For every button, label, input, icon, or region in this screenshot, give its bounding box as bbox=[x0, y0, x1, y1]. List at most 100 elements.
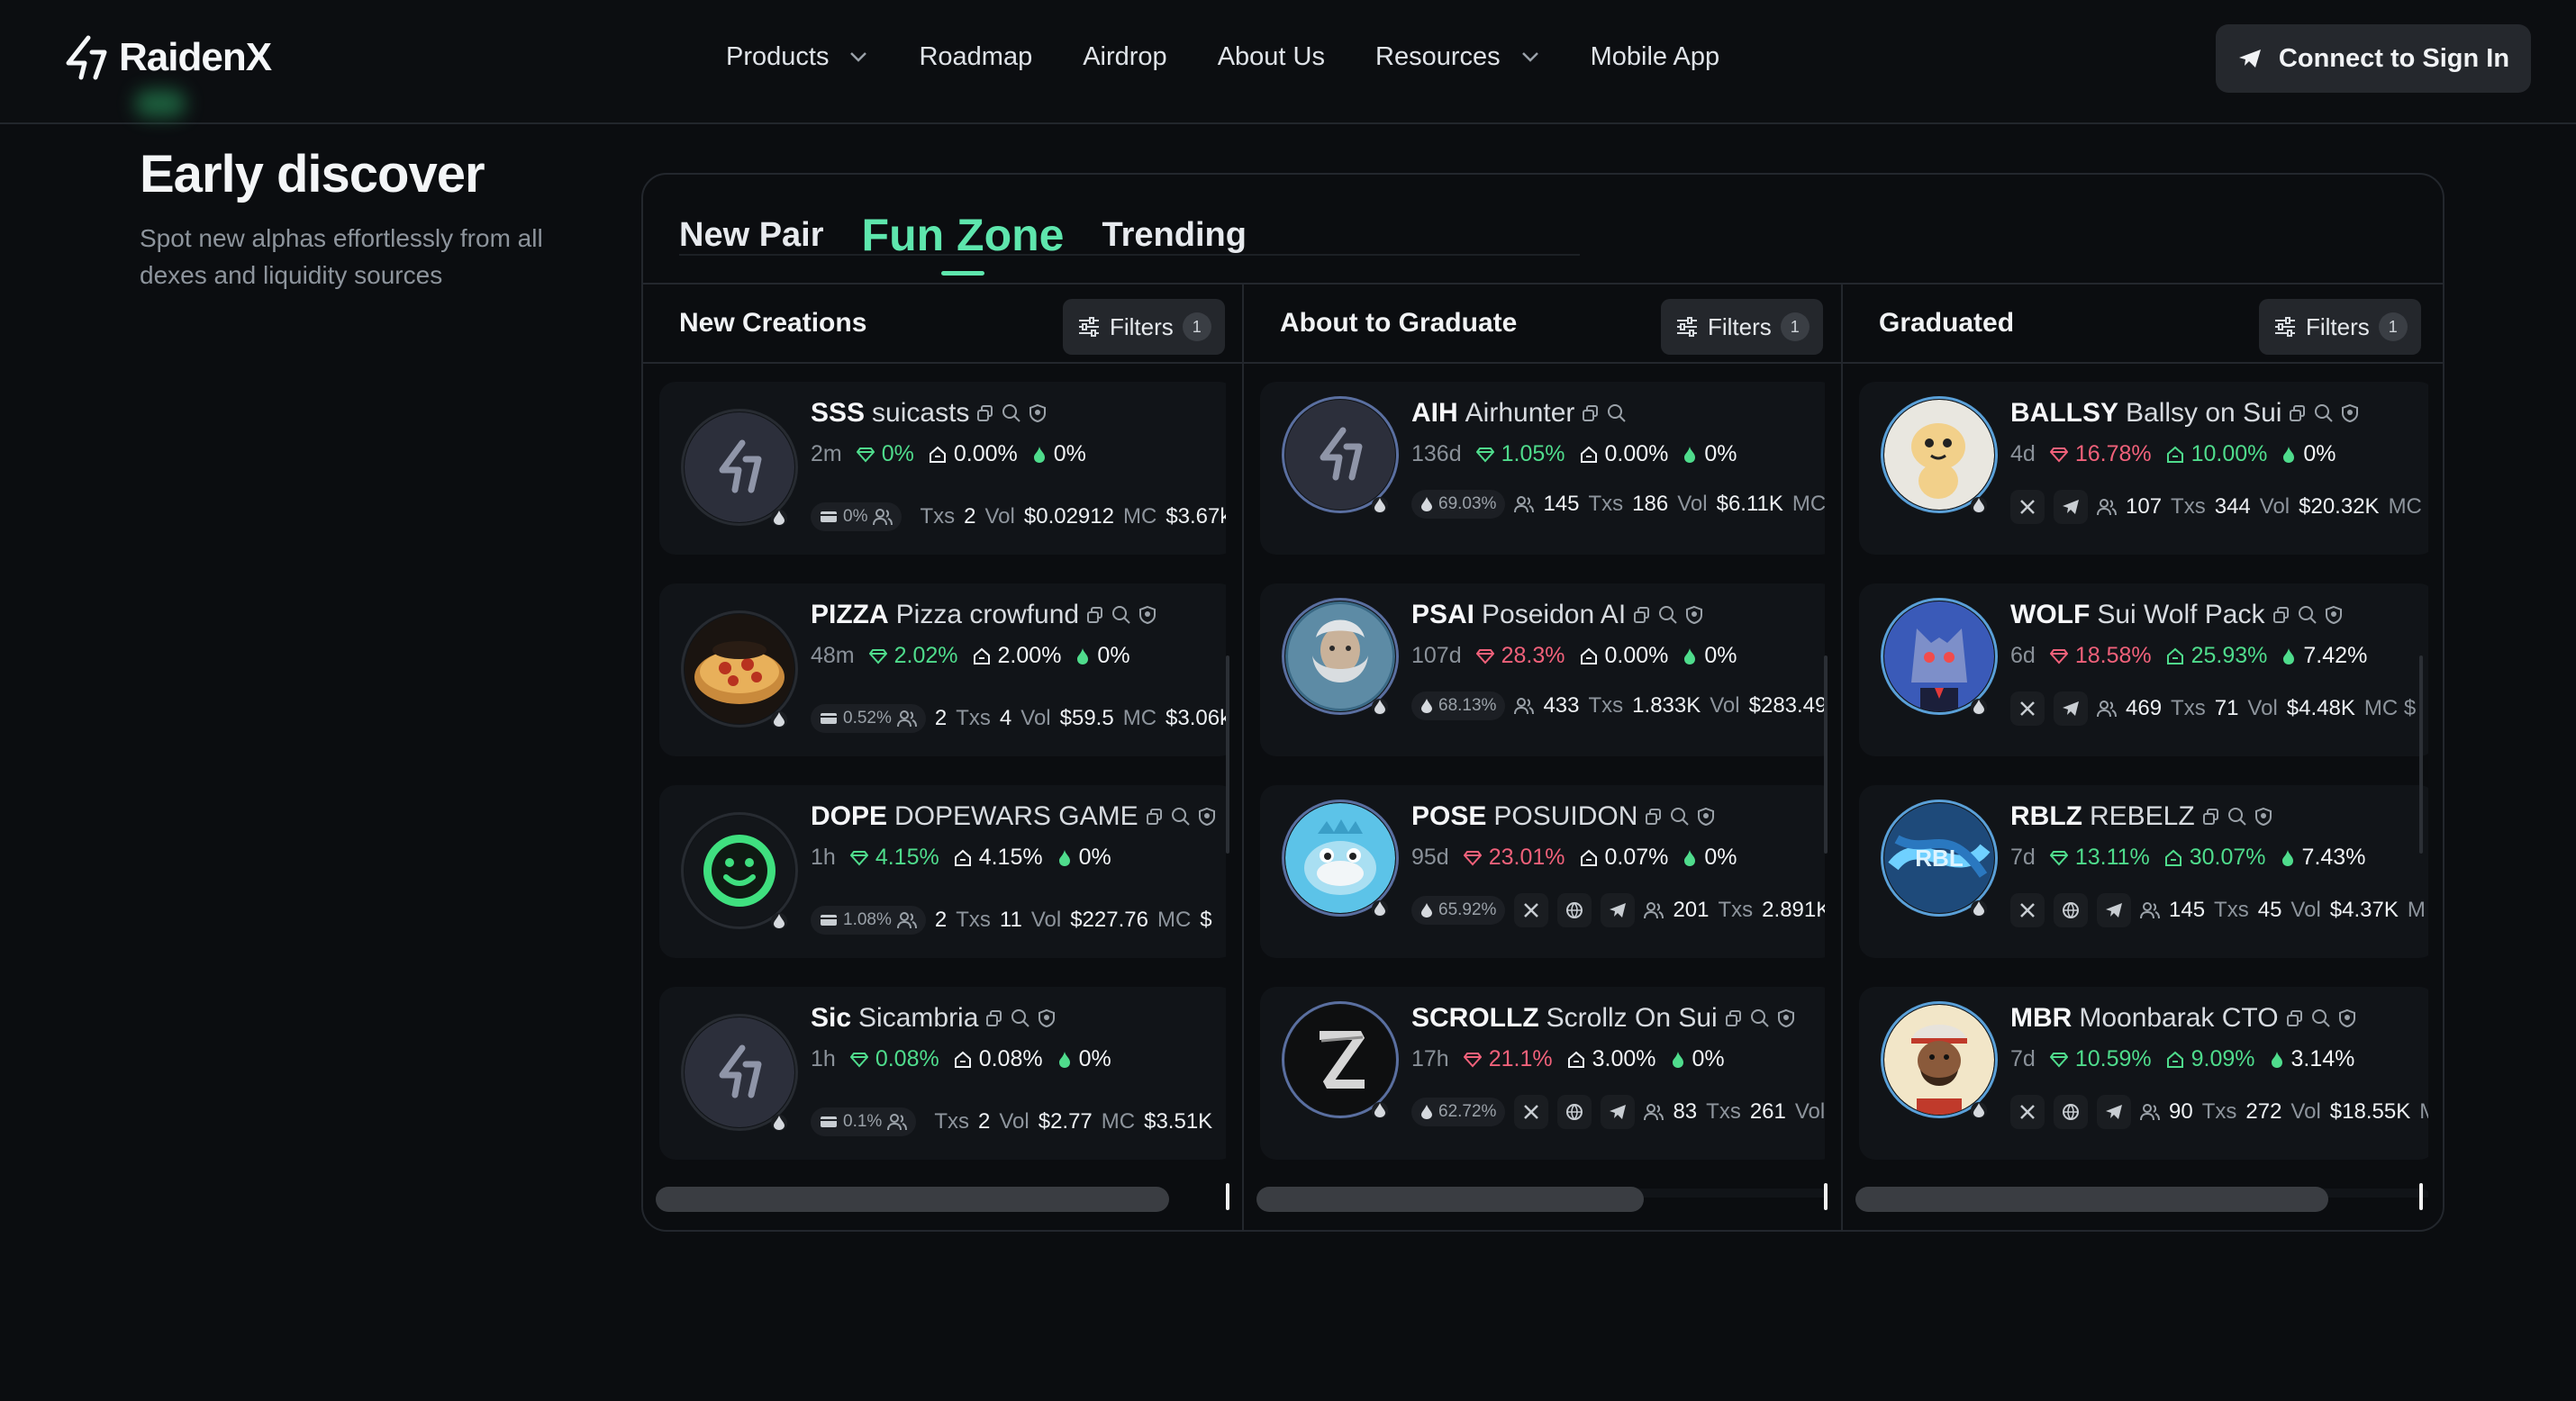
nav-about-us[interactable]: About Us bbox=[1218, 42, 1325, 72]
nav-resources[interactable]: Resources bbox=[1375, 42, 1540, 72]
search-icon[interactable] bbox=[1002, 403, 1021, 423]
users-icon bbox=[896, 710, 917, 728]
token-card[interactable]: SCROLLZ Scrollz On Sui 17h 21.1% 3.00% 0… bbox=[1260, 987, 1825, 1160]
tab-new-pair[interactable]: New Pair bbox=[679, 216, 824, 255]
filters-button[interactable]: Filters 1 bbox=[1063, 299, 1225, 355]
x-social-icon[interactable] bbox=[2010, 490, 2045, 524]
token-card[interactable]: POSE POSUIDON 95d 23.01% 0.07% 0% 65.92%… bbox=[1260, 785, 1825, 958]
copy-icon[interactable] bbox=[1633, 606, 1651, 624]
filters-label: Filters bbox=[2306, 312, 2370, 340]
token-metrics-row: 1.08% 2 Txs 11 Vol $227.76 MC $ bbox=[811, 906, 1212, 935]
nav-label: Products bbox=[726, 41, 830, 71]
telegram-icon[interactable] bbox=[2097, 893, 2131, 927]
copy-icon[interactable] bbox=[985, 1009, 1003, 1027]
vertical-scrollbar[interactable] bbox=[1226, 655, 1229, 854]
token-card[interactable]: Sic Sicambria 1h 0.08% 0.08% 0% 0.1% Txs 2… bbox=[659, 987, 1226, 1160]
token-stats-row: 95d 23.01% 0.07% 0% bbox=[1411, 845, 1737, 871]
telegram-icon[interactable] bbox=[1601, 1095, 1636, 1129]
token-metrics-row: 469 Txs 71 Vol $4.48K MC $ bbox=[2010, 691, 2416, 726]
horizontal-scrollbar[interactable] bbox=[656, 1187, 1169, 1212]
token-card[interactable]: SSS suicasts 2m 0% 0.00% 0% 0% Txs 2 Vol $0.… bbox=[659, 382, 1226, 555]
copy-icon[interactable] bbox=[1582, 404, 1600, 422]
website-globe-icon[interactable] bbox=[1557, 1095, 1592, 1129]
search-icon[interactable] bbox=[2298, 605, 2317, 625]
token-card[interactable]: PSAI Poseidon AI 107d 28.3% 0.00% 0% 68.… bbox=[1260, 583, 1825, 756]
vertical-scrollbar[interactable] bbox=[1824, 655, 1828, 854]
gem-icon bbox=[849, 1052, 868, 1068]
copy-icon[interactable] bbox=[2202, 808, 2220, 826]
token-name-row: POSE POSUIDON bbox=[1411, 801, 1715, 832]
search-icon[interactable] bbox=[1750, 1008, 1770, 1028]
token-card[interactable]: DOPE DOPEWARS GAME 1h 4.15% 4.15% 0% 1.0… bbox=[659, 785, 1226, 958]
connect-to-sign-in-button[interactable]: Connect to Sign In bbox=[2216, 24, 2531, 93]
x-social-icon[interactable] bbox=[1514, 893, 1549, 927]
search-icon[interactable] bbox=[1607, 403, 1627, 423]
nav-products[interactable]: Products bbox=[726, 42, 868, 72]
telegram-icon[interactable] bbox=[1601, 893, 1636, 927]
raidenx-logo[interactable]: RaidenX bbox=[63, 32, 272, 83]
mc-label: MC bbox=[1122, 504, 1157, 529]
copy-icon[interactable] bbox=[2289, 404, 2307, 422]
telegram-icon[interactable] bbox=[2054, 691, 2088, 726]
token-card[interactable]: AIH Airhunter 136d 1.05% 0.00% 0% 69.03%… bbox=[1260, 382, 1825, 555]
search-icon[interactable] bbox=[1670, 807, 1690, 827]
search-icon[interactable] bbox=[2227, 807, 2247, 827]
token-symbol: DOPE bbox=[811, 801, 888, 831]
txs-count: 71 bbox=[2214, 696, 2239, 720]
filters-button[interactable]: Filters 1 bbox=[2259, 299, 2421, 355]
token-symbol: AIH bbox=[1411, 398, 1458, 428]
x-social-icon[interactable] bbox=[2010, 691, 2045, 726]
copy-icon[interactable] bbox=[1086, 606, 1104, 624]
website-globe-icon[interactable] bbox=[2054, 1095, 2088, 1129]
token-symbol: WOLF bbox=[2010, 600, 2091, 629]
token-card[interactable]: RBL RBLZ REBELZ 7d 13.11% 30.07% 7.43% 1… bbox=[1859, 785, 2428, 958]
token-card[interactable]: PIZZA Pizza crowfund 48m 2.02% 2.00% 0% … bbox=[659, 583, 1226, 756]
telegram-icon[interactable] bbox=[2097, 1095, 2131, 1129]
search-icon[interactable] bbox=[2311, 1008, 2331, 1028]
search-icon[interactable] bbox=[1171, 807, 1191, 827]
flame-value: 0% bbox=[1097, 643, 1130, 668]
token-metrics-row: 0.52% 2 Txs 4 Vol $59.5 MC $3.06k bbox=[811, 704, 1226, 733]
copy-icon[interactable] bbox=[976, 404, 994, 422]
search-icon[interactable] bbox=[1111, 605, 1131, 625]
token-card[interactable]: MBR Moonbarak CTO 7d 10.59% 9.09% 3.14% … bbox=[1859, 987, 2428, 1160]
column-about-to-graduate: About to Graduate Filters 1 AIH Airhunte… bbox=[1244, 285, 1841, 1230]
horizontal-scrollbar[interactable] bbox=[1855, 1187, 2328, 1212]
txs-count: 2 bbox=[964, 504, 976, 529]
house-icon bbox=[2164, 849, 2182, 867]
search-icon[interactable] bbox=[2314, 403, 2334, 423]
copy-icon[interactable] bbox=[1146, 808, 1164, 826]
x-social-icon[interactable] bbox=[2010, 893, 2045, 927]
token-card[interactable]: WOLF Sui Wolf Pack 6d 18.58% 25.93% 7.42… bbox=[1859, 583, 2428, 756]
x-social-icon[interactable] bbox=[2010, 1095, 2045, 1129]
flame-icon bbox=[1032, 446, 1047, 464]
horizontal-scrollbar[interactable] bbox=[1256, 1187, 1644, 1212]
holder-share: 2.00% bbox=[997, 643, 1062, 668]
website-globe-icon[interactable] bbox=[1557, 893, 1592, 927]
nav-airdrop[interactable]: Airdrop bbox=[1083, 42, 1167, 72]
copy-icon[interactable] bbox=[2286, 1009, 2304, 1027]
website-globe-icon[interactable] bbox=[2054, 893, 2088, 927]
filters-count-badge: 1 bbox=[2378, 312, 2408, 341]
chain-badge-icon bbox=[771, 913, 787, 929]
vol-label: Vol bbox=[1710, 693, 1740, 718]
token-card[interactable]: BALLSY Ballsy on Sui 4d 16.78% 10.00% 0%… bbox=[1859, 382, 2428, 555]
tab-divider bbox=[679, 254, 1580, 256]
nav-mobile-app[interactable]: Mobile App bbox=[1591, 42, 1720, 72]
search-icon[interactable] bbox=[1658, 605, 1678, 625]
column-graduated: Graduated Filters 1 BALLSY Ballsy on Sui… bbox=[1843, 285, 2443, 1230]
nav-roadmap[interactable]: Roadmap bbox=[919, 42, 1032, 72]
telegram-icon[interactable] bbox=[2054, 490, 2088, 524]
audit-shield-icon bbox=[2341, 403, 2359, 423]
x-social-icon[interactable] bbox=[1514, 1095, 1549, 1129]
users-icon bbox=[2140, 901, 2160, 919]
main-nav: Products Roadmap Airdrop About Us Resour… bbox=[726, 0, 1770, 113]
filters-button[interactable]: Filters 1 bbox=[1661, 299, 1823, 355]
copy-icon[interactable] bbox=[1645, 808, 1663, 826]
copy-icon[interactable] bbox=[2272, 606, 2290, 624]
vertical-scrollbar[interactable] bbox=[2419, 655, 2423, 854]
search-icon[interactable] bbox=[1011, 1008, 1030, 1028]
copy-icon[interactable] bbox=[1725, 1009, 1743, 1027]
tab-trending[interactable]: Trending bbox=[1102, 216, 1246, 255]
token-avatar bbox=[685, 614, 794, 724]
